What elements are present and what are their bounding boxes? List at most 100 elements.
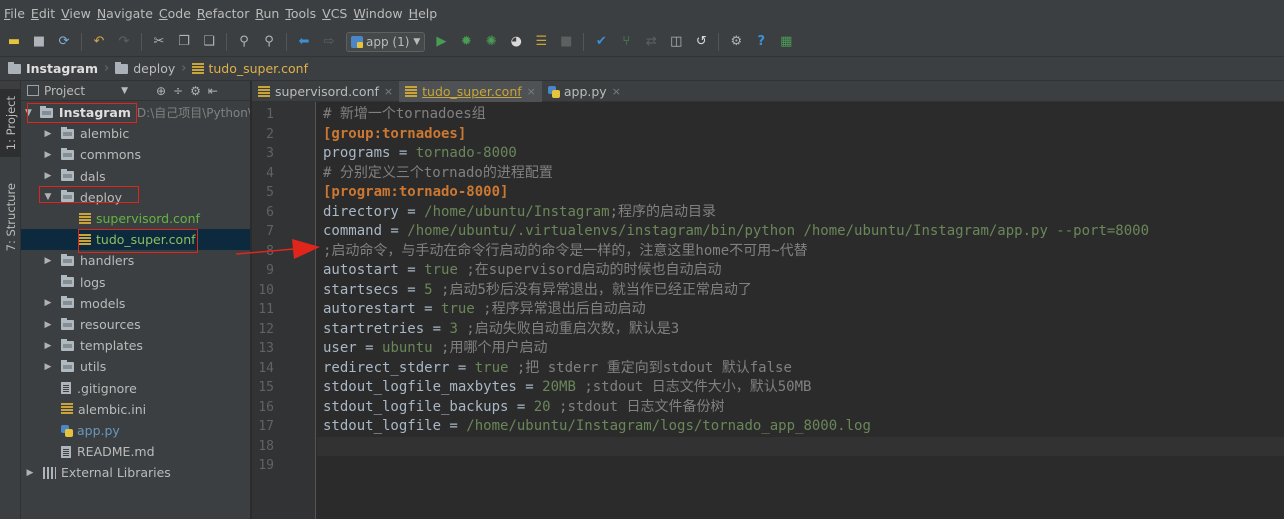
code-line[interactable]: [group:tornadoes] <box>323 125 466 145</box>
tree-item[interactable]: ▶ handlers <box>21 250 250 271</box>
tree-item[interactable]: supervisord.conf <box>21 208 250 229</box>
menu-tools[interactable]: Tools <box>285 6 316 21</box>
copy-icon[interactable]: ❐ <box>176 34 192 50</box>
menu-window[interactable]: Window <box>353 6 402 21</box>
paste-icon[interactable]: ❏ <box>201 34 217 50</box>
menu-refactor[interactable]: Refactor <box>197 6 249 21</box>
code-line[interactable]: stdout_logfile = /home/ubuntu/Instagram/… <box>323 417 871 437</box>
save-icon[interactable]: ■ <box>31 34 47 50</box>
code-line[interactable]: redirect_stderr = true ;把 stderr 重定向到std… <box>323 359 792 379</box>
expand-right-icon[interactable]: ▶ <box>43 150 53 160</box>
menu-file[interactable]: File <box>4 6 25 21</box>
sync-icon[interactable]: ⟳ <box>56 34 72 50</box>
tree-item[interactable]: ▶ External Libraries <box>21 462 250 483</box>
code-line[interactable]: directory = /home/ubuntu/Instagram;程序的启动… <box>323 203 716 223</box>
breadcrumb-item-file[interactable]: tudo_super.conf <box>192 61 308 76</box>
gear-icon[interactable]: ⚙ <box>190 84 201 98</box>
collapse-all-icon[interactable]: ÷ <box>173 84 183 98</box>
nav-back-icon[interactable]: ⬅ <box>296 34 312 50</box>
concurrency-icon[interactable]: ☰ <box>533 34 549 50</box>
menu-code[interactable]: Code <box>159 6 191 21</box>
expand-down-icon[interactable]: ▼ <box>25 108 32 118</box>
editor-tab[interactable]: app.py × <box>542 81 627 102</box>
menu-run[interactable]: Run <box>255 6 279 21</box>
tree-item[interactable]: README.md <box>21 441 250 462</box>
help-icon[interactable]: ? <box>753 34 769 50</box>
vcs-history-icon[interactable]: ◫ <box>668 34 684 50</box>
sync-scroll-icon[interactable]: ⊕ <box>156 84 166 98</box>
expand-right-icon[interactable]: ▶ <box>43 256 53 266</box>
revert-icon[interactable]: ↺ <box>693 34 709 50</box>
breadcrumb-item-instagram[interactable]: Instagram <box>8 61 98 76</box>
code-line[interactable]: programs = tornado-8000 <box>323 144 517 164</box>
menu-help[interactable]: Help <box>409 6 438 21</box>
tree-item[interactable]: ▶ templates <box>21 335 250 356</box>
run-icon[interactable]: ▶ <box>433 34 449 50</box>
code-line[interactable]: startretries = 3 ;启动失败自动重启次数，默认是3 <box>323 320 679 340</box>
hide-panel-icon[interactable]: ⇤ <box>208 84 218 98</box>
run-configuration-select[interactable]: app (1) ▼ <box>346 31 426 52</box>
expand-right-icon[interactable]: ▶ <box>43 341 53 351</box>
back-icon[interactable]: ↶ <box>91 34 107 50</box>
close-icon[interactable]: × <box>384 85 393 98</box>
expand-right-icon[interactable]: ▶ <box>43 298 53 308</box>
tree-item[interactable]: ▶ alembic <box>21 123 250 144</box>
menu-vcs[interactable]: VCS <box>322 6 347 21</box>
breadcrumb-item-deploy[interactable]: deploy <box>115 61 175 76</box>
code-line[interactable]: stdout_logfile_backups = 20 ;stdout 日志文件… <box>323 398 724 418</box>
editor-tab[interactable]: tudo_super.conf × <box>399 81 542 102</box>
tree-item[interactable]: tudo_super.conf <box>21 229 250 251</box>
tree-item[interactable]: ▶ dals <box>21 166 250 187</box>
settings-icon[interactable]: ⚙ <box>728 34 744 50</box>
expand-right-icon[interactable]: ▶ <box>25 468 35 478</box>
coverage-icon[interactable]: ✺ <box>483 34 499 50</box>
expand-right-icon[interactable]: ▶ <box>43 171 53 181</box>
vcs-update-icon[interactable]: ✔ <box>593 34 609 50</box>
code-line[interactable]: autorestart = true ;程序异常退出后自动启动 <box>323 300 646 320</box>
replace-icon[interactable]: ⚲ <box>261 34 277 50</box>
open-icon[interactable]: ▬ <box>6 34 22 50</box>
code-line[interactable]: # 新增一个tornadoes组 <box>323 105 486 125</box>
code-line[interactable]: [program:tornado-8000] <box>323 183 508 203</box>
forward-icon[interactable]: ↷ <box>116 34 132 50</box>
tree-item[interactable]: ▶ resources <box>21 314 250 335</box>
vcs-compare-icon[interactable]: ⇄ <box>643 34 659 50</box>
menu-navigate[interactable]: Navigate <box>97 6 153 21</box>
expand-right-icon[interactable]: ▶ <box>43 362 53 372</box>
tree-item[interactable]: ▼ Instagram D:\自己项目\Python\I <box>21 102 250 123</box>
close-icon[interactable]: × <box>612 85 621 98</box>
stop-icon[interactable]: ■ <box>558 34 574 50</box>
menu-view[interactable]: View <box>61 6 91 21</box>
tab-structure[interactable]: 7: Structure <box>0 177 21 257</box>
tree-item[interactable]: app.py <box>21 420 250 441</box>
tree-item[interactable]: .gitignore <box>21 378 250 399</box>
structure-icon[interactable]: ▦ <box>778 34 794 50</box>
editor-tab[interactable]: supervisord.conf × <box>252 81 399 102</box>
code-line[interactable]: ;启动命令，与手动在命令行启动的命令是一样的，注意这里home不可用~代替 <box>323 242 808 262</box>
close-icon[interactable]: × <box>527 85 536 98</box>
find-icon[interactable]: ⚲ <box>236 34 252 50</box>
expand-right-icon[interactable]: ▶ <box>43 320 53 330</box>
expand-down-icon[interactable]: ▼ <box>43 192 53 202</box>
profile-icon[interactable]: ◕ <box>508 34 524 50</box>
code-line[interactable]: command = /home/ubuntu/.virtualenvs/inst… <box>323 222 1149 242</box>
code-line[interactable]: # 分别定义三个tornado的进程配置 <box>323 164 553 184</box>
debug-icon[interactable]: ✹ <box>458 34 474 50</box>
vcs-commit-icon[interactable]: ⑂ <box>618 34 634 50</box>
code-line[interactable]: startsecs = 5 ;启动5秒后没有异常退出，就当作已经正常启动了 <box>323 281 752 301</box>
tree-item[interactable]: ▶ models <box>21 293 250 314</box>
tree-item[interactable]: ▶ commons <box>21 144 250 165</box>
tree-item[interactable]: ▼ deploy <box>21 187 250 208</box>
menu-edit[interactable]: Edit <box>31 6 55 21</box>
code-line[interactable]: user = ubuntu ;用哪个用户启动 <box>323 339 547 359</box>
expand-right-icon[interactable]: ▶ <box>43 129 53 139</box>
project-panel-title[interactable]: Project <box>44 84 85 98</box>
tab-project[interactable]: 1: Project <box>0 89 21 157</box>
code-line[interactable]: stdout_logfile_maxbytes = 20MB ;stdout 日… <box>323 378 811 398</box>
tree-item[interactable]: alembic.ini <box>21 399 250 420</box>
nav-forward-icon[interactable]: ⇨ <box>321 34 337 50</box>
chevron-down-icon[interactable]: ▼ <box>121 86 128 96</box>
cut-icon[interactable]: ✂ <box>151 34 167 50</box>
tree-item[interactable]: ▶ utils <box>21 356 250 377</box>
tree-item[interactable]: logs <box>21 272 250 293</box>
